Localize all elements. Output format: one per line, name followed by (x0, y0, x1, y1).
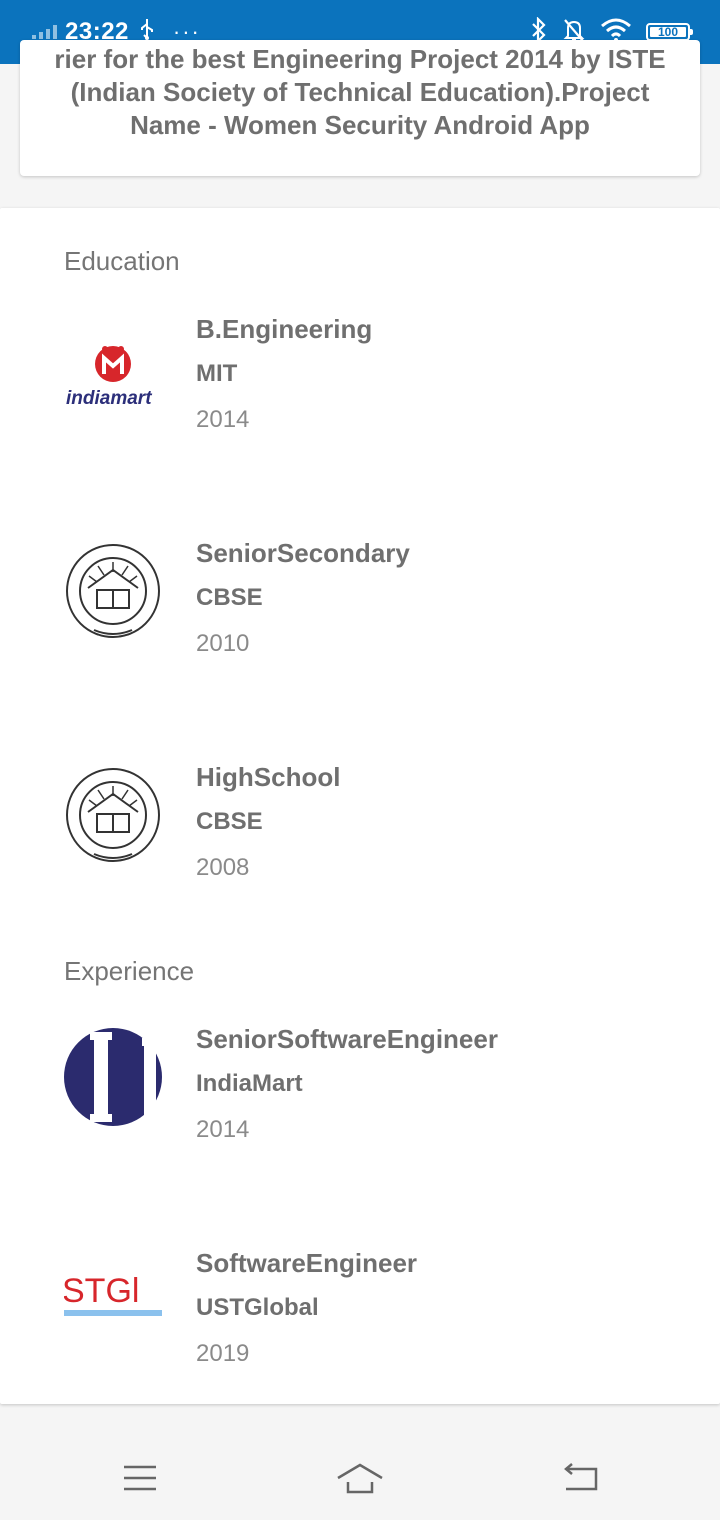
award-card: rier for the best Engineering Project 20… (20, 40, 700, 176)
cbse-seal-icon (64, 766, 162, 864)
item-org: MIT (196, 360, 238, 387)
battery-level: 100 (657, 25, 679, 39)
item-title: SoftwareEngineer (196, 1248, 418, 1278)
item-org: IndiaMart (196, 1070, 303, 1097)
education-item[interactable]: SeniorSecondary CBSE 2010 (0, 538, 720, 698)
indiamart-logo-icon: indiamart (64, 334, 162, 432)
item-title: SeniorSecondary (196, 538, 410, 568)
navigation-bar (0, 1438, 720, 1520)
item-org: CBSE (196, 808, 263, 835)
battery-icon: 100 (646, 23, 693, 41)
item-year: 2008 (196, 854, 250, 881)
company-logo-icon: STGl (62, 1252, 162, 1350)
award-text: rier for the best Engineering Project 20… (54, 44, 666, 140)
experience-heading: Experience (64, 956, 195, 986)
experience-item[interactable]: STGl SoftwareEngineer USTGlobal 2019 (0, 1248, 720, 1408)
item-title: HighSchool (196, 762, 341, 792)
item-title: SeniorSoftwareEngineer (196, 1024, 498, 1054)
item-year: 2019 (196, 1340, 250, 1367)
item-org: CBSE (196, 584, 263, 611)
item-org: USTGlobal (196, 1294, 319, 1321)
svg-text:STGl: STGl (64, 1272, 139, 1310)
resume-card: Education indiamart B.Engineering MIT 20… (0, 208, 720, 1404)
education-item[interactable]: indiamart B.Engineering MIT 2014 (0, 314, 720, 474)
item-year: 2010 (196, 630, 250, 657)
signal-icon (32, 25, 57, 39)
menu-icon[interactable] (116, 1456, 164, 1500)
svg-text:indiamart: indiamart (66, 388, 152, 409)
experience-item[interactable]: SeniorSoftwareEngineer IndiaMart 2014 (0, 1024, 720, 1184)
company-logo-icon (64, 1028, 162, 1126)
education-item[interactable]: HighSchool CBSE 2008 (0, 762, 720, 922)
back-icon[interactable] (556, 1456, 604, 1500)
education-heading: Education (64, 246, 180, 276)
item-year: 2014 (196, 1116, 250, 1143)
item-title: B.Engineering (196, 314, 373, 344)
cbse-seal-icon (64, 542, 162, 640)
home-icon[interactable] (336, 1456, 384, 1500)
item-year: 2014 (196, 406, 250, 433)
